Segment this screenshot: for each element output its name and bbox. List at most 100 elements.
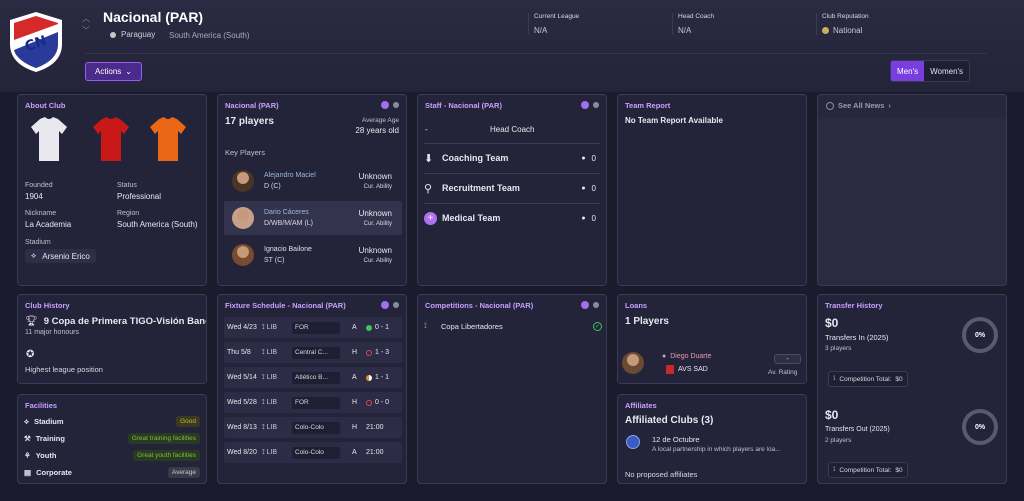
dot-active-icon[interactable] (581, 101, 589, 109)
facility-row-corporate[interactable]: ▤ Corporate Average (24, 464, 200, 481)
fixture-comp: ⟟ LIB (262, 323, 278, 331)
dot-inactive-icon[interactable] (393, 302, 399, 308)
transfers-out-ring: 0% (962, 409, 998, 445)
key-player-row[interactable]: Ignacio Bailone ST (C) Unknown Cur. Abil… (224, 238, 402, 272)
fixture-opponent[interactable]: FOR (292, 396, 340, 409)
facility-row-stadium[interactable]: ⟡ Stadium Good (24, 413, 200, 430)
actions-label: Actions (95, 67, 122, 76)
panel-dots[interactable] (381, 101, 399, 109)
person-icon: ● (581, 214, 586, 222)
gender-toggle: Men's Women's (890, 60, 971, 82)
fixture-date: Wed 8/20 (227, 449, 257, 456)
head-coach-role: Head Coach (490, 125, 535, 134)
chevron-down-icon: ⌄ (125, 67, 132, 76)
fixture-opponent[interactable]: FOR (292, 321, 340, 334)
team-report-panel: Team Report No Team Report Available (617, 94, 807, 286)
facility-badge: Great training facilities (127, 433, 200, 444)
fixture-row[interactable]: Wed 8/20 ⟟ LIB Colo-Colo A 21:00 (224, 442, 402, 463)
fixture-row[interactable]: Wed 5/28 ⟟ LIB FOR H 0 - 0 (224, 392, 402, 413)
fixture-opponent[interactable]: Central C... (292, 346, 340, 359)
result-value: 1 - 3 (375, 349, 390, 356)
competition-total-value: $0 (895, 375, 903, 383)
result-value: 21:00 (366, 424, 384, 431)
actions-button[interactable]: Actions ⌄ (85, 62, 142, 81)
competition-icon: ⟟ (424, 321, 427, 330)
stadium-icon: ⟡ (31, 251, 37, 260)
fixture-opponent[interactable]: Colo-Colo (292, 421, 340, 434)
fixture-date: Wed 4/23 (227, 324, 257, 331)
key-player-row[interactable]: Alejandro Maciel D (C) Unknown Cur. Abil… (224, 164, 402, 198)
staff-row-coaching[interactable]: ⬇ Coaching Team ● 0 (424, 143, 600, 172)
result-value: 0 - 1 (375, 324, 390, 331)
result-dot-icon (366, 324, 372, 331)
founded-label: Founded (25, 182, 53, 189)
current-league-value: N/A (534, 26, 548, 35)
club-nav-arrows[interactable]: ︿ ﹀ (82, 13, 90, 37)
person-icon: ● (581, 184, 586, 192)
reputation-label: Club Reputation (822, 13, 869, 20)
womens-tab[interactable]: Women's (924, 61, 970, 81)
club-name: Nacional (PAR) (103, 9, 204, 25)
head-coach-info: Head Coach N/A (672, 13, 714, 35)
fixture-opponent[interactable]: Colo-Colo (292, 446, 340, 459)
fixture-row[interactable]: Wed 4/23 ⟟ LIB FOR A 0 - 1 (224, 317, 402, 338)
fixture-row[interactable]: Wed 8/13 ⟟ LIB Colo-Colo H 21:00 (224, 417, 402, 438)
dot-active-icon[interactable] (581, 301, 589, 309)
result-value: 1 - 1 (375, 374, 390, 381)
facility-row-youth[interactable]: ⚘ Youth Great youth facilities (24, 447, 200, 464)
player-name[interactable]: Dario Cáceres (264, 209, 313, 216)
staff-row-recruitment[interactable]: ⚲ Recruitment Team ● 0 (424, 173, 600, 202)
panel-title: Fixture Schedule - Nacional (PAR) (225, 301, 346, 310)
facility-label-wrap: ⟡ Stadium (24, 417, 64, 427)
home-away: H (352, 399, 358, 406)
mens-tab[interactable]: Men's (891, 61, 925, 81)
see-all-news-label: See All News (838, 101, 885, 110)
competition-icon: ⟟ (833, 375, 836, 382)
facility-row-training[interactable]: ⚒ Training Great training facilities (24, 430, 200, 447)
player-name[interactable]: Ignacio Bailone (264, 246, 312, 253)
stadium-icon: ⟡ (24, 416, 29, 426)
panel-dots[interactable] (381, 301, 399, 309)
stadium-chip[interactable]: ⟡ Arsenio Erico (25, 249, 96, 263)
fixture-opponent[interactable]: Atlético B... (292, 371, 340, 384)
dot-inactive-icon[interactable] (593, 102, 599, 108)
dot-inactive-icon[interactable] (593, 302, 599, 308)
facilities-panel: Facilities ⟡ Stadium Good ⚒ Training Great… (17, 394, 207, 484)
affiliate-club-name[interactable]: 12 de Octubre (652, 435, 700, 444)
fixture-row[interactable]: Thu 5/8 ⟟ LIB Central C... H 1 - 3 (224, 342, 402, 363)
away-kit-icon (93, 117, 129, 161)
home-kit-icon (31, 117, 67, 161)
fixture-result: 1 - 3 (366, 349, 389, 356)
panel-dots[interactable] (581, 101, 599, 109)
fixture-result: 21:00 (366, 449, 384, 456)
dot-inactive-icon[interactable] (393, 102, 399, 108)
loan-player-name: Diego Duarte (670, 353, 712, 360)
competition-total-out: ⟟ Competition Total: $0 (828, 462, 908, 478)
result-dot-icon (366, 399, 372, 406)
competition-row[interactable]: ⟟ Copa Libertadores ✓ (424, 317, 602, 335)
facility-label: Training (35, 434, 65, 443)
header-divider (85, 53, 987, 54)
key-player-row[interactable]: Dario Cáceres D/WB/M/AM (L) Unknown Cur.… (224, 201, 402, 235)
fixture-row[interactable]: Wed 5/14 ⟟ LIB Atlético B... A 1 - 1 (224, 367, 402, 388)
transfers-in-ring: 0% (962, 317, 998, 353)
dot-active-icon[interactable] (381, 101, 389, 109)
staff-row-medical[interactable]: + Medical Team ● 0 (424, 203, 600, 232)
ability-value: Unknown (358, 209, 392, 218)
rating-badge: - (774, 354, 801, 364)
trophy-text: 9 Copa de Primera TIGO-Visión Banc (43, 316, 207, 327)
trophy-row[interactable]: 🏆︎ 9 Copa de Primera TIGO-Visión Banc (25, 316, 207, 327)
see-all-news-link[interactable]: See All News › (826, 101, 891, 110)
chevron-down-icon[interactable]: ﹀ (82, 25, 90, 37)
chevron-up-icon[interactable]: ︿ (82, 13, 90, 25)
dot-active-icon[interactable] (381, 301, 389, 309)
competition-total-value: $0 (895, 466, 903, 474)
key-players-label: Key Players (225, 148, 266, 157)
loan-player-name-row[interactable]: ● Diego Duarte (662, 353, 711, 360)
loan-club-row[interactable]: AVS SAD (666, 365, 708, 374)
status-value: Professional (117, 192, 162, 201)
comp-code: LIB (266, 373, 278, 381)
panel-dots[interactable] (581, 301, 599, 309)
player-name[interactable]: Alejandro Maciel (264, 172, 316, 179)
affiliate-club-crest-icon (626, 435, 640, 449)
